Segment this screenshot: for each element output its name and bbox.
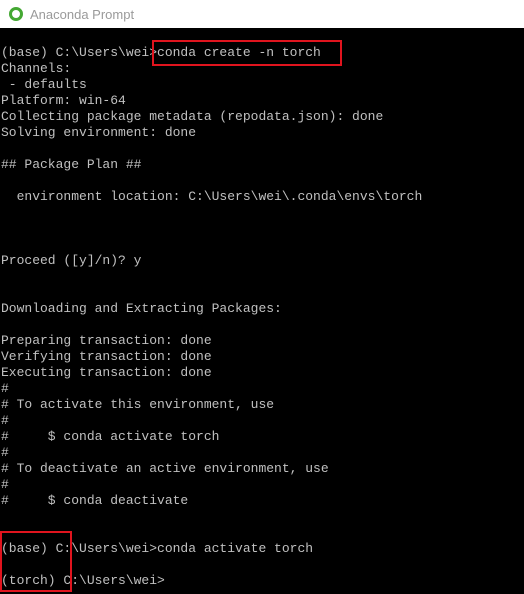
console-line: Collecting package metadata (repodata.js… xyxy=(1,109,384,124)
console-output[interactable]: (base) C:\Users\wei>conda create -n torc… xyxy=(0,28,524,594)
console-line: # xyxy=(1,413,9,428)
console-line: Solving environment: done xyxy=(1,125,197,140)
console-line: Proceed ([y]/n)? y xyxy=(1,253,142,268)
command-highlight-box xyxy=(152,40,342,66)
console-line: Preparing transaction: done xyxy=(1,333,212,348)
console-line: Platform: win-64 xyxy=(1,93,126,108)
env-prefix-highlight-box xyxy=(0,531,72,592)
console-line: # xyxy=(1,445,9,460)
console-line: - defaults xyxy=(1,77,87,92)
console-line: ## Package Plan ## xyxy=(1,157,142,172)
title-bar[interactable]: Anaconda Prompt xyxy=(0,0,524,28)
console-line: # xyxy=(1,381,9,396)
window-title: Anaconda Prompt xyxy=(30,6,135,22)
console-line: # To deactivate an active environment, u… xyxy=(1,461,329,476)
terminal-window: Anaconda Prompt (base) C:\Users\wei>cond… xyxy=(0,0,524,594)
console-line: Verifying transaction: done xyxy=(1,349,212,364)
console-line: Downloading and Extracting Packages: xyxy=(1,301,282,316)
console-line: # $ conda deactivate xyxy=(1,493,189,508)
console-line: # xyxy=(1,477,9,492)
console-line: # $ conda activate torch xyxy=(1,429,220,444)
console-line: environment location: C:\Users\wei\.cond… xyxy=(1,189,423,204)
console-line: Executing transaction: done xyxy=(1,365,212,380)
console-line: Channels: xyxy=(1,61,72,76)
console-line: # To activate this environment, use xyxy=(1,397,275,412)
anaconda-ring-icon xyxy=(8,6,24,22)
